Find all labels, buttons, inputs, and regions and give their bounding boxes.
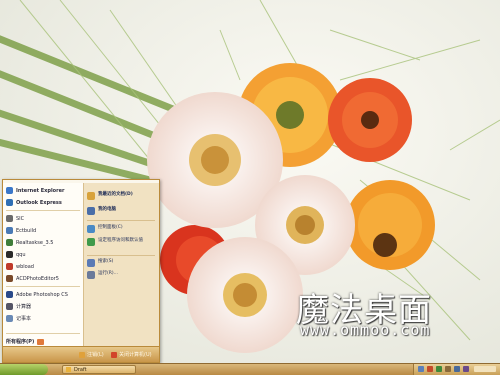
taskbar-item-label: Draft — [74, 366, 87, 373]
menu-item-label: 设定程序访问和默认值 — [98, 238, 143, 243]
menu-item-label: 我最近的文档(D) — [98, 192, 133, 197]
menu-separator — [6, 210, 80, 211]
menu-item-notepad[interactable]: 记事本 — [6, 313, 31, 324]
tray-app-icon[interactable] — [445, 366, 451, 372]
menu-item-recent-documents[interactable]: 我最近的文档(D) — [87, 192, 133, 203]
menu-item-label: Realtaskse_3.5 — [16, 239, 54, 246]
app-icon — [6, 215, 13, 222]
menu-item-search[interactable]: 搜索(S) — [87, 259, 113, 270]
volume-icon[interactable] — [454, 366, 460, 372]
menu-item-sic[interactable]: SIC — [6, 213, 24, 224]
menu-item-label: ACDPhotoEditor5 — [16, 275, 59, 282]
photo-editor-icon — [6, 275, 13, 282]
logoff-icon — [79, 351, 85, 358]
menu-item-run[interactable]: 运行(R)... — [87, 271, 118, 282]
menu-item-label: 控制面板(C) — [98, 225, 123, 230]
menu-item-control-panel[interactable]: 控制面板(C) — [87, 225, 123, 236]
menu-item-label: 运行(R)... — [98, 271, 118, 276]
start-menu-body: Internet Explorer Outlook Express SIC Ec… — [3, 183, 159, 346]
menu-item-calculator[interactable]: 计算器 — [6, 301, 31, 312]
menu-separator — [6, 286, 80, 287]
menu-item-photoshop[interactable]: Adobe Photoshop CS — [6, 289, 68, 300]
menu-item-label: qqu — [16, 251, 26, 258]
menu-item-label: Internet Explorer — [16, 187, 65, 194]
menu-item-acdphotoeditor[interactable]: ACDPhotoEditor5 — [6, 273, 59, 284]
program-defaults-icon — [87, 238, 95, 246]
my-computer-icon — [87, 207, 95, 215]
start-button[interactable] — [0, 364, 48, 375]
recent-docs-icon — [87, 192, 95, 200]
menu-item-label: 记事本 — [16, 316, 32, 322]
calculator-icon — [6, 303, 13, 310]
menu-item-label: 搜索(S) — [98, 259, 114, 264]
website-url-text: www.ommoo.com — [300, 321, 431, 339]
menu-item-wbload[interactable]: wbload — [6, 261, 34, 272]
build-icon — [6, 227, 13, 234]
input-method-icon[interactable] — [463, 366, 469, 372]
start-menu-places-column: 我最近的文档(D) 我的电脑 控制面板(C) 设定程序访问和默认值 搜索(S) — [83, 183, 159, 346]
notepad-icon — [6, 315, 13, 322]
all-programs-button[interactable]: 所有程序(P) — [6, 338, 45, 345]
run-icon — [87, 271, 95, 279]
menu-item-label: 我的电脑 — [98, 207, 116, 212]
download-icon — [6, 263, 13, 270]
outlook-express-icon — [6, 199, 13, 206]
taskbar: Draft — [0, 363, 500, 375]
search-icon — [87, 259, 95, 267]
power-icon — [111, 351, 117, 358]
internet-explorer-icon — [6, 187, 13, 194]
menu-item-label: wbload — [16, 263, 34, 270]
logoff-button[interactable]: 注销(L) — [79, 351, 104, 358]
menu-item-qqu[interactable]: qqu — [6, 249, 26, 260]
menu-separator — [87, 220, 155, 221]
logoff-label: 注销(L) — [87, 352, 104, 358]
menu-item-my-computer[interactable]: 我的电脑 — [87, 207, 116, 218]
control-panel-icon — [87, 225, 95, 233]
arrow-right-icon — [37, 338, 45, 345]
menu-item-ectbuild[interactable]: Ectbuild — [6, 225, 36, 236]
clock[interactable] — [474, 366, 496, 372]
menu-item-label: Outlook Express — [16, 199, 62, 206]
shutdown-label: 关闭计算机(U) — [119, 352, 152, 358]
shutdown-button[interactable]: 关闭计算机(U) — [111, 351, 152, 358]
menu-item-program-defaults[interactable]: 设定程序访问和默认值 — [87, 238, 157, 249]
menu-item-internet-explorer[interactable]: Internet Explorer — [6, 185, 64, 196]
qq-icon — [6, 251, 13, 258]
folder-icon — [66, 367, 71, 372]
network-icon[interactable] — [418, 366, 424, 372]
photoshop-icon — [6, 291, 13, 298]
menu-separator — [87, 255, 155, 256]
menu-item-label: 计算器 — [16, 304, 32, 310]
start-menu: Internet Explorer Outlook Express SIC Ec… — [2, 179, 160, 363]
menu-separator — [6, 333, 80, 334]
taskbar-window-button[interactable]: Draft — [62, 365, 136, 374]
menu-item-outlook-express[interactable]: Outlook Express — [6, 197, 62, 208]
menu-item-label: SIC — [16, 215, 25, 222]
start-menu-programs-column: Internet Explorer Outlook Express SIC Ec… — [3, 183, 83, 346]
task-icon — [6, 239, 13, 246]
start-menu-footer: 注销(L) 关闭计算机(U) — [3, 346, 159, 362]
system-tray — [413, 364, 500, 375]
menu-item-label: Adobe Photoshop CS — [16, 291, 68, 298]
antivirus-icon[interactable] — [427, 366, 433, 372]
menu-item-realtaskse[interactable]: Realtaskse_3.5 — [6, 237, 53, 248]
qq-tray-icon[interactable] — [436, 366, 442, 372]
all-programs-label: 所有程序(P) — [6, 339, 35, 345]
menu-item-label: Ectbuild — [16, 227, 37, 234]
